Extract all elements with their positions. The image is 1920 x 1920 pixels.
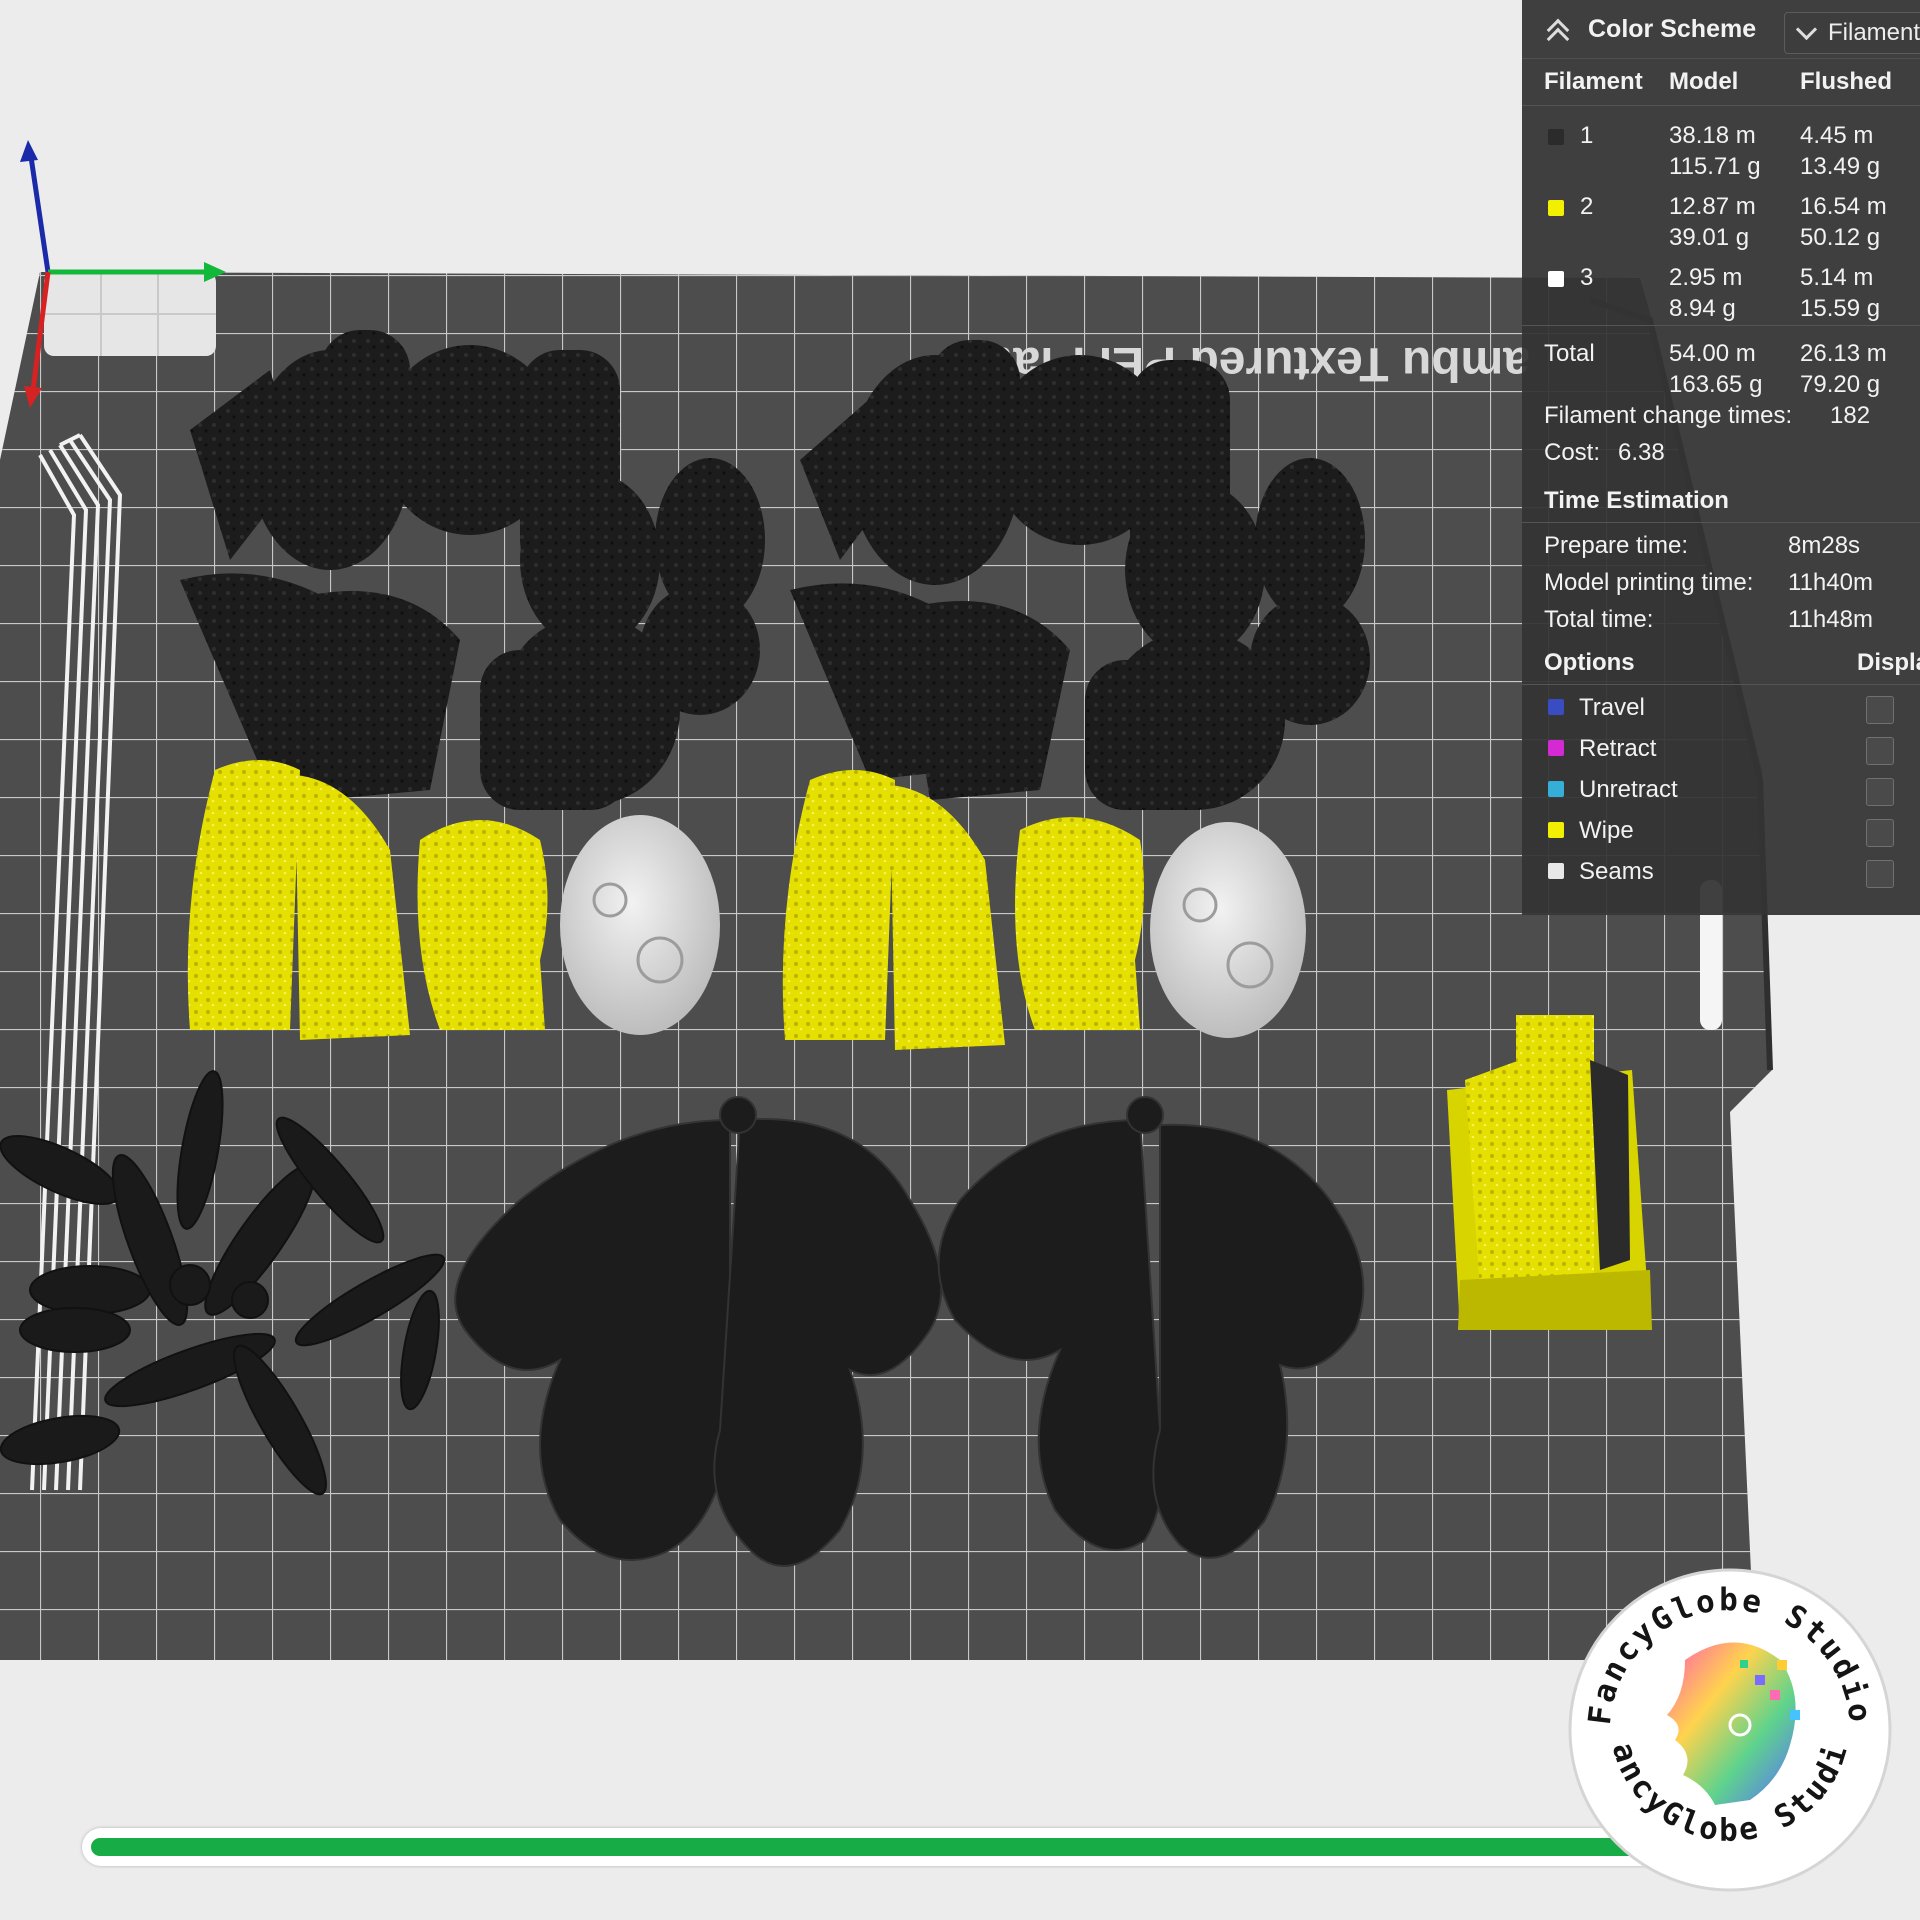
filament-swatch: [1548, 200, 1564, 216]
option-display-checkbox[interactable]: [1866, 696, 1894, 724]
col-filament: Filament: [1544, 68, 1643, 95]
time-estimation-header: Time Estimation: [1522, 478, 1920, 523]
filament-row-3: 3 2.95 m 8.94 g 5.14 m 15.59 g: [1522, 254, 1920, 325]
panel-header: Color Scheme Filament: [1522, 0, 1920, 59]
filament-row-1: 1 38.18 m 115.71 g 4.45 m 13.49 g: [1522, 112, 1920, 183]
options-list: Travel Retract Unretract Wipe Seams: [1522, 687, 1920, 892]
filament-id: 3: [1580, 264, 1594, 291]
flushed-usage: 4.45 m 13.49 g: [1800, 122, 1881, 180]
cost: Cost: 6.38: [1544, 439, 1665, 466]
option-swatch: [1548, 822, 1564, 838]
option-unretract: Unretract: [1522, 769, 1920, 810]
option-display-checkbox[interactable]: [1866, 737, 1894, 765]
model-usage: 2.95 m 8.94 g: [1669, 264, 1743, 322]
filament-change-times: Filament change times: 182: [1544, 402, 1871, 429]
model-usage: 38.18 m 115.71 g: [1669, 122, 1761, 180]
layer-progress-slider[interactable]: [82, 1828, 1732, 1866]
option-swatch: [1548, 699, 1564, 715]
filament-id: 1: [1580, 122, 1594, 149]
model-usage: 12.87 m 39.01 g: [1669, 193, 1756, 251]
filament-id: 2: [1580, 193, 1594, 220]
option-retract: Retract: [1522, 728, 1920, 769]
total-time: Total time: 11h48m: [1544, 606, 1873, 633]
filament-table-header: Filament Model Flushed: [1522, 59, 1920, 106]
option-wipe: Wipe: [1522, 810, 1920, 851]
option-travel: Travel: [1522, 687, 1920, 728]
filament-swatch: [1548, 271, 1564, 287]
slice-stats-panel: Color Scheme Filament Filament Model Flu…: [1522, 0, 1920, 915]
filament-row-2: 2 12.87 m 39.01 g 16.54 m 50.12 g: [1522, 183, 1920, 254]
studio-logo-badge: FancyGlobe Studio FancyGlobe Studio Fanc…: [1554, 1537, 1895, 1895]
option-swatch: [1548, 781, 1564, 797]
collapse-icon[interactable]: [1542, 14, 1582, 44]
option-seams: Seams: [1522, 851, 1920, 892]
option-swatch: [1548, 740, 1564, 756]
filament-total-row: Total 54.00 m 163.65 g 26.13 m 79.20 g: [1522, 325, 1920, 398]
color-scheme-selected: Filament: [1828, 19, 1920, 46]
filament-swatch: [1548, 129, 1564, 145]
options-header: Options Display: [1522, 640, 1920, 685]
total-model: 54.00 m 163.65 g: [1669, 340, 1763, 398]
panel-title: Color Scheme: [1588, 14, 1757, 43]
color-scheme-select[interactable]: Filament: [1784, 12, 1920, 54]
prepare-time: Prepare time: 8m28s: [1544, 532, 1861, 559]
option-swatch: [1548, 863, 1564, 879]
col-model: Model: [1669, 68, 1739, 95]
option-display-checkbox[interactable]: [1866, 778, 1894, 806]
total-flushed: 26.13 m 79.20 g: [1800, 340, 1887, 398]
flushed-usage: 16.54 m 50.12 g: [1800, 193, 1887, 251]
flushed-usage: 5.14 m 15.59 g: [1800, 264, 1881, 322]
chevron-down-icon: [1795, 18, 1818, 40]
model-printing-time: Model printing time: 11h40m: [1544, 569, 1873, 596]
option-display-checkbox[interactable]: [1866, 819, 1894, 847]
option-display-checkbox[interactable]: [1866, 860, 1894, 888]
layer-progress-fill: [91, 1838, 1715, 1856]
total-label: Total: [1544, 340, 1595, 367]
col-flushed: Flushed: [1800, 68, 1893, 95]
